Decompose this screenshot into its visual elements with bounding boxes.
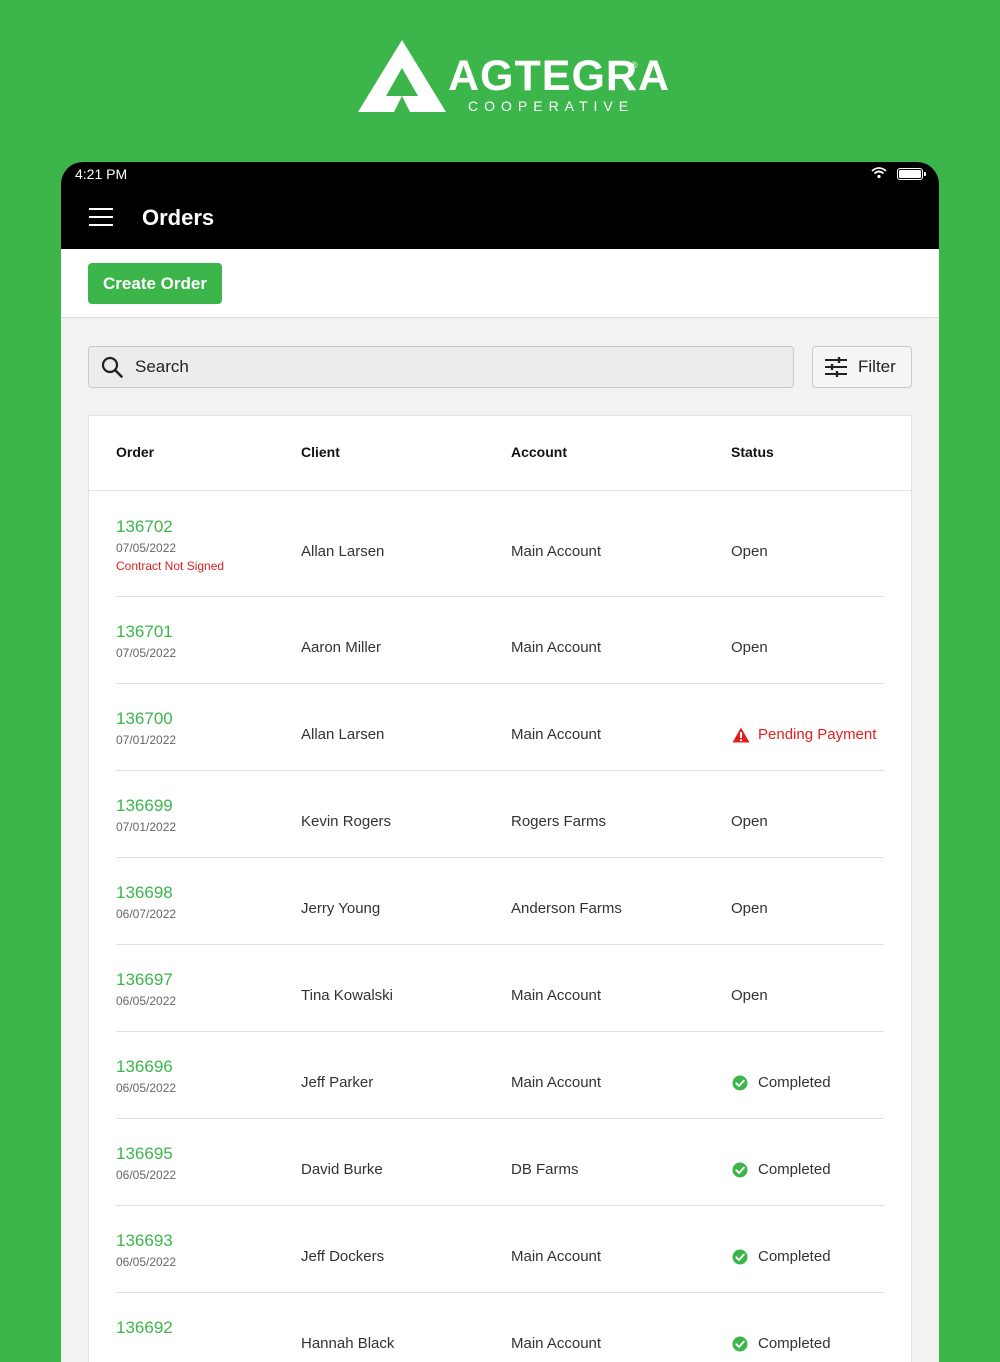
- table-row[interactable]: 136697 06/05/2022 Tina Kowalski Main Accoun…: [116, 944, 884, 1032]
- order-date: 06/07/2022: [116, 907, 177, 921]
- account-name: Main Account: [511, 726, 602, 743]
- table-row[interactable]: 136699 07/01/2022 Kevin Rogers Rogers Farms…: [116, 770, 884, 858]
- order-date: 06/05/2022: [116, 994, 177, 1008]
- order-status: Open: [731, 813, 768, 830]
- hamburger-menu-icon[interactable]: [89, 206, 115, 228]
- search-input[interactable]: [135, 347, 775, 387]
- table-row[interactable]: 136702 07/05/2022 Contract Not Signed Allan…: [116, 491, 884, 597]
- order-number-link[interactable]: 136700: [116, 709, 173, 729]
- account-name: DB Farms: [511, 1161, 579, 1178]
- battery-icon: [897, 168, 926, 180]
- toolbar: Create Order: [61, 249, 939, 318]
- warning-icon: [732, 727, 750, 748]
- order-number-link[interactable]: 136697: [116, 970, 173, 990]
- order-status: Open: [731, 987, 768, 1004]
- filter-label: Filter: [858, 357, 896, 376]
- client-name: Jeff Parker: [301, 1074, 374, 1091]
- client-name: Allan Larsen: [301, 543, 385, 560]
- account-name: Main Account: [511, 543, 602, 560]
- wifi-icon: [871, 167, 887, 179]
- table-row[interactable]: 136696 06/05/2022 Jeff Parker Main Account C…: [116, 1031, 884, 1119]
- account-name: Main Account: [511, 1248, 602, 1265]
- agtegra-logo: AGTEGRA ® COOPERATIVE: [358, 38, 669, 118]
- account-name: Main Account: [511, 987, 602, 1004]
- order-date: 07/01/2022: [116, 733, 177, 747]
- page-title: Orders: [142, 205, 215, 230]
- order-number-link[interactable]: 136695: [116, 1144, 173, 1164]
- check-circle-icon: [732, 1162, 748, 1183]
- client-name: Tina Kowalski: [301, 987, 393, 1004]
- order-date: 07/01/2022: [116, 820, 177, 834]
- order-number-link[interactable]: 136699: [116, 796, 173, 816]
- account-name: Rogers Farms: [511, 813, 607, 830]
- order-date: 06/05/2022: [116, 1081, 177, 1095]
- table-header: Order Client Account Status: [89, 416, 911, 491]
- client-name: Hannah Black: [301, 1335, 395, 1352]
- order-number-link[interactable]: 136701: [116, 622, 173, 642]
- filter-sliders-icon: [825, 357, 847, 377]
- order-status: Open: [731, 900, 768, 917]
- header-status: Status: [731, 444, 774, 460]
- contract-warning: Contract Not Signed: [116, 559, 225, 573]
- header-order: Order: [116, 444, 155, 460]
- order-number-link[interactable]: 136693: [116, 1231, 173, 1251]
- table-row[interactable]: 136701 07/05/2022 Aaron Miller Main Account…: [116, 596, 884, 684]
- check-circle-icon: [732, 1075, 748, 1096]
- order-status: Completed: [758, 1074, 831, 1091]
- order-status: Open: [731, 543, 768, 560]
- account-name: Main Account: [511, 1074, 602, 1091]
- client-name: Jerry Young: [301, 900, 381, 917]
- orders-table: Order Client Account Status 136702 07/05/…: [88, 415, 912, 1362]
- client-name: David Burke: [301, 1161, 383, 1178]
- brand-subtitle: COOPERATIVE: [468, 98, 635, 114]
- order-date: 07/05/2022: [116, 541, 177, 555]
- order-number-link[interactable]: 136698: [116, 883, 173, 903]
- table-row[interactable]: 136698 06/07/2022 Jerry Young Anderson Farm…: [116, 857, 884, 945]
- order-status: Completed: [758, 1335, 831, 1352]
- account-name: Main Account: [511, 639, 602, 656]
- order-date: 06/05/2022: [116, 1255, 177, 1269]
- order-number-link[interactable]: 136702: [116, 517, 173, 537]
- header-client: Client: [301, 444, 340, 460]
- header-account: Account: [511, 444, 567, 460]
- order-status: Completed: [758, 1248, 831, 1265]
- order-status: Completed: [758, 1161, 831, 1178]
- order-date: 06/05/2022: [116, 1168, 177, 1182]
- client-name: Kevin Rogers: [301, 813, 392, 830]
- registered-mark: ®: [631, 60, 638, 70]
- order-status: Open: [731, 639, 768, 656]
- tablet-screen: 4:21 PM Orders Create Order Filte: [61, 162, 939, 1362]
- account-name: Anderson Farms: [511, 900, 622, 917]
- check-circle-icon: [732, 1336, 748, 1357]
- agtegra-logo-mark: [358, 40, 446, 112]
- table-row[interactable]: 136700 07/01/2022 Allan Larsen Main Account…: [116, 683, 884, 771]
- create-order-button[interactable]: Create Order: [88, 263, 222, 304]
- order-date: 07/05/2022: [116, 646, 177, 660]
- order-number-link[interactable]: 136696: [116, 1057, 173, 1077]
- search-box[interactable]: [88, 346, 794, 388]
- check-circle-icon: [732, 1249, 748, 1270]
- account-name: Main Account: [511, 1335, 602, 1352]
- filter-button[interactable]: Filter: [812, 346, 912, 388]
- order-number-link[interactable]: 136692: [116, 1318, 173, 1338]
- app-bar: 4:21 PM Orders: [61, 162, 939, 249]
- table-row[interactable]: 136692 Hannah Black Main Account Completed: [116, 1292, 884, 1362]
- search-icon: [101, 356, 123, 378]
- client-name: Aaron Miller: [301, 639, 382, 656]
- client-name: Allan Larsen: [301, 726, 385, 743]
- table-row[interactable]: 136695 06/05/2022 David Burke DB Farms Compl…: [116, 1118, 884, 1206]
- table-row[interactable]: 136693 06/05/2022 Jeff Dockers Main Account…: [116, 1205, 884, 1293]
- status-time: 4:21 PM: [75, 166, 128, 182]
- client-name: Jeff Dockers: [301, 1248, 385, 1265]
- order-status: Pending Payment: [758, 726, 877, 743]
